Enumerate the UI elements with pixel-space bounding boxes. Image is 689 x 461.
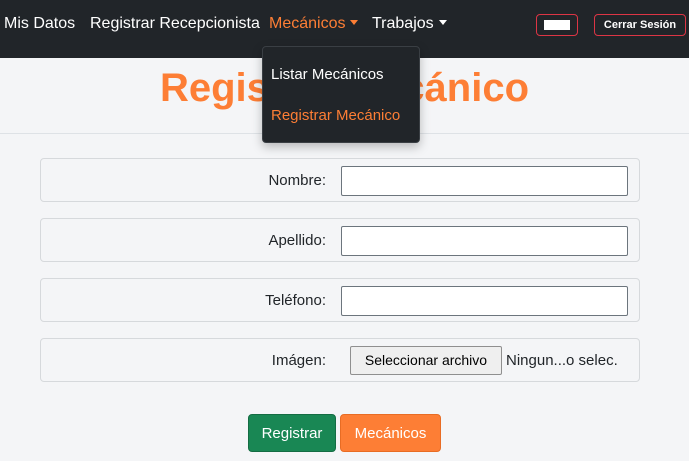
- dropdown-item-registrar-mecanico[interactable]: Registrar Mecánico: [271, 107, 400, 124]
- form-row-nombre: Nombre:: [40, 158, 640, 202]
- nombre-label: Nombre:: [268, 172, 326, 189]
- nav-item-mecanicos[interactable]: Mecánicos: [269, 14, 359, 34]
- toggle-icon: [544, 20, 570, 30]
- logout-button[interactable]: Cerrar Sesión: [594, 14, 686, 36]
- apellido-label: Apellido:: [268, 232, 326, 249]
- mecanicos-dropdown-menu: Listar Mecánicos Registrar Mecánico: [262, 46, 420, 143]
- apellido-input[interactable]: [341, 226, 628, 256]
- select-file-button[interactable]: Seleccionar archivo: [350, 346, 502, 375]
- form-row-telefono: Teléfono:: [40, 278, 640, 322]
- chevron-down-icon: [438, 20, 447, 25]
- mecanicos-button[interactable]: Mecánicos: [340, 414, 441, 452]
- nav-item-mis-datos[interactable]: Mis Datos: [4, 14, 75, 34]
- telefono-label: Teléfono:: [265, 292, 326, 309]
- theme-toggle-button[interactable]: [536, 14, 578, 36]
- nav-item-trabajos[interactable]: Trabajos: [372, 14, 447, 34]
- form-row-imagen: Imágen: Seleccionar archivo Ningun...o s…: [40, 338, 640, 382]
- nav-item-registrar-recepcionista[interactable]: Registrar Recepcionista: [90, 14, 260, 34]
- file-status-text: Ningun...o selec.: [506, 352, 618, 369]
- registrar-button[interactable]: Registrar: [248, 414, 336, 452]
- nav-item-mecanicos-label: Mecánicos: [269, 15, 346, 32]
- chevron-down-icon: [350, 20, 359, 25]
- nombre-input[interactable]: [341, 166, 628, 196]
- imagen-label: Imágen:: [271, 352, 326, 369]
- telefono-input[interactable]: [341, 286, 628, 316]
- dropdown-item-listar-mecanicos[interactable]: Listar Mecánicos: [271, 66, 384, 83]
- nav-item-trabajos-label: Trabajos: [372, 15, 434, 32]
- form-row-apellido: Apellido:: [40, 218, 640, 262]
